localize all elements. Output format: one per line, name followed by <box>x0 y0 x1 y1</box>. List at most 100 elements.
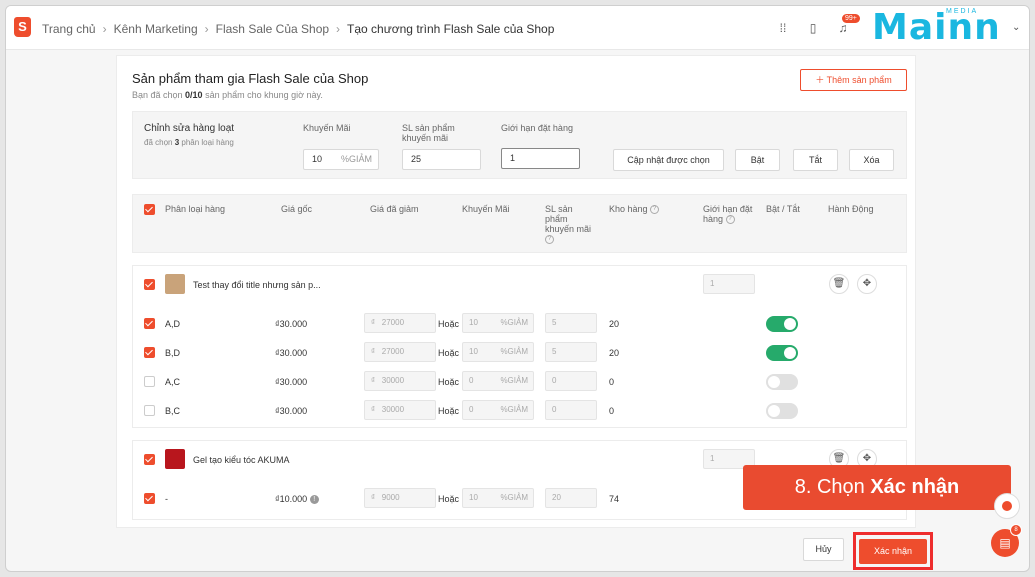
variant-checkbox[interactable] <box>144 318 155 329</box>
table-header: Phân loại hàng Giá gốc Giá đã giảm Khuyế… <box>132 194 907 253</box>
stock-value: 0 <box>609 406 615 416</box>
col-original-price: Giá gốc <box>281 204 313 214</box>
confirm-highlight-box <box>853 532 933 570</box>
breadcrumb-marketing[interactable]: Kênh Marketing <box>114 22 198 36</box>
chevron-right-icon: › <box>102 22 107 36</box>
discounted-price-input[interactable]: ₫ 30000 <box>364 400 436 420</box>
variant-checkbox[interactable] <box>144 376 155 387</box>
chevron-down-icon[interactable]: ⌄ <box>1012 22 1020 33</box>
product-name: Gel tạo kiểu tóc AKUMA <box>193 455 290 465</box>
col-discounted-price: Giá đã giảm <box>370 204 419 214</box>
product-name: Test thay đổi title nhưng sản p... <box>193 280 321 290</box>
bulk-edit-title: Chỉnh sửa hàng loạt <box>144 123 235 134</box>
product-checkbox[interactable] <box>144 279 155 290</box>
cancel-button[interactable]: Hủy <box>803 538 844 561</box>
original-price: ₫30.000 <box>275 377 308 387</box>
section-title: Sản phẩm tham gia Flash Sale của Shop <box>132 71 369 86</box>
brand-logo: Mainn MEDIA <box>868 6 1008 48</box>
bulk-discount-input[interactable]: 10 %GIẢM <box>303 149 379 170</box>
discounted-price-input[interactable]: ₫ 9000 <box>364 488 436 508</box>
col-order-limit: Giới hạn đặt hàng ? <box>703 204 753 225</box>
chat-badge: 8 <box>1010 524 1022 536</box>
trash-icon[interactable]: 🗑 <box>829 274 849 294</box>
add-product-button[interactable]: ＋ Thêm sản phẩm <box>800 69 907 91</box>
discounted-price-input[interactable]: ₫ 30000 <box>364 371 436 391</box>
update-selected-button[interactable]: Cập nhật được chọn <box>613 149 724 171</box>
variant-checkbox[interactable] <box>144 405 155 416</box>
discount-percent-input[interactable]: 0 %GIẢM <box>462 400 534 420</box>
col-promo-qty: SL sản phẩm khuyến mãi ? <box>545 204 592 245</box>
product-thumbnail <box>165 449 185 469</box>
discount-percent-input[interactable]: 0 %GIẢM <box>462 371 534 391</box>
enable-toggle[interactable] <box>766 374 798 390</box>
select-all-checkbox[interactable] <box>144 204 155 215</box>
variant-name: - <box>165 494 168 504</box>
section-subtitle: Bạn đã chọn 0/10 sản phẩm cho khung giờ … <box>132 90 323 100</box>
col-action: Hành Động <box>828 204 874 214</box>
or-label: Hoặc <box>438 406 460 416</box>
discount-percent-input[interactable]: 10 %GIẢM <box>462 488 534 508</box>
original-price: ₫10.000 ! <box>275 494 319 505</box>
col-stock: Kho hàng ? <box>609 204 660 215</box>
stock-value: 20 <box>609 319 620 329</box>
help-fab-icon[interactable] <box>994 493 1020 519</box>
original-price: ₫30.000 <box>275 348 308 358</box>
enable-toggle[interactable] <box>766 345 798 361</box>
help-icon[interactable]: ? <box>545 235 554 245</box>
apps-grid-icon[interactable]: ⁞⁞ <box>776 21 790 35</box>
info-icon[interactable]: ! <box>309 495 319 505</box>
promo-qty-input[interactable]: 20 <box>545 488 597 508</box>
original-price: ₫30.000 <box>275 319 308 329</box>
bulk-qty-input[interactable]: 25 <box>402 149 481 170</box>
step-callout: 8. Chọn Xác nhận <box>743 465 1011 510</box>
stock-value: 0 <box>609 377 615 387</box>
shopee-logo-icon[interactable]: S <box>14 17 31 37</box>
order-limit-label: Giới hạn đặt hàng <box>501 123 573 133</box>
bulk-delete-button[interactable]: Xóa <box>849 149 894 171</box>
brand-name: Mainn <box>872 7 1001 48</box>
stock-value: 74 <box>609 494 620 504</box>
discount-label: Khuyến Mãi <box>303 123 351 133</box>
promo-qty-input[interactable]: 0 <box>545 400 597 420</box>
bell-icon[interactable]: ♫ <box>836 21 850 35</box>
breadcrumb-current: Tạo chương trình Flash Sale của Shop <box>347 22 555 36</box>
bulk-limit-input[interactable]: 1 <box>501 148 580 169</box>
promo-qty-input[interactable]: 5 <box>545 313 597 333</box>
bulk-edit-panel: Chỉnh sửa hàng loạt đã chọn 3 phân loại … <box>132 111 907 179</box>
promo-qty-input[interactable]: 5 <box>545 342 597 362</box>
promo-qty-label: SL sản phẩm khuyến mãi <box>402 123 455 143</box>
discount-percent-input[interactable]: 10 %GIẢM <box>462 313 534 333</box>
breadcrumb-flash-sale[interactable]: Flash Sale Của Shop <box>216 22 329 36</box>
or-label: Hoặc <box>438 348 460 358</box>
product-group: Test thay đổi title nhưng sản p... 1 🗑 ✥… <box>132 265 907 428</box>
original-price: ₫30.000 <box>275 406 308 416</box>
or-label: Hoặc <box>438 319 460 329</box>
or-label: Hoặc <box>438 377 460 387</box>
book-icon[interactable]: ▯ <box>806 21 820 35</box>
bulk-disable-button[interactable]: Tắt <box>793 149 838 171</box>
bulk-enable-button[interactable]: Bật <box>735 149 780 171</box>
notification-badge: 99+ <box>842 14 860 23</box>
variant-name: A,D <box>165 319 181 329</box>
help-icon[interactable]: ? <box>650 205 660 215</box>
product-checkbox[interactable] <box>144 454 155 465</box>
help-icon[interactable]: ? <box>725 215 735 225</box>
brand-sub: MEDIA <box>946 8 979 15</box>
stock-value: 20 <box>609 348 620 358</box>
plus-icon: ＋ <box>815 75 827 85</box>
move-icon[interactable]: ✥ <box>857 274 877 294</box>
variant-checkbox[interactable] <box>144 347 155 358</box>
enable-toggle[interactable] <box>766 316 798 332</box>
browser-window: S Trang chủ › Kênh Marketing › Flash Sale Củ… <box>5 5 1030 572</box>
promo-qty-input[interactable]: 0 <box>545 371 597 391</box>
discount-percent-input[interactable]: 10 %GIẢM <box>462 342 534 362</box>
breadcrumb: Trang chủ › Kênh Marketing › Flash Sale Của … <box>42 22 554 36</box>
col-variant: Phân loại hàng <box>165 204 226 214</box>
discounted-price-input[interactable]: ₫ 27000 <box>364 342 436 362</box>
breadcrumb-home[interactable]: Trang chủ <box>42 22 96 36</box>
enable-toggle[interactable] <box>766 403 798 419</box>
variant-name: B,C <box>165 406 181 416</box>
variant-checkbox[interactable] <box>144 493 155 504</box>
discounted-price-input[interactable]: ₫ 27000 <box>364 313 436 333</box>
product-limit-input[interactable]: 1 <box>703 274 755 294</box>
